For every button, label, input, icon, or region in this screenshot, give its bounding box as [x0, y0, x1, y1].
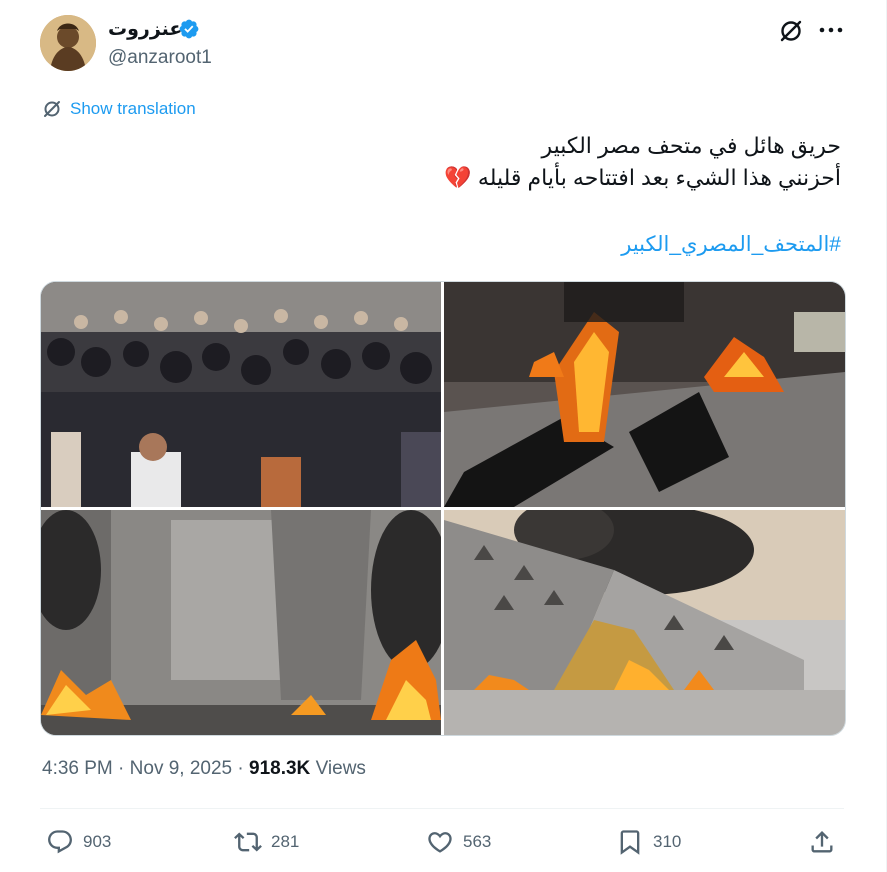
divider [40, 808, 844, 809]
display-name[interactable]: عنزروت [108, 18, 182, 41]
bookmark-icon [620, 830, 640, 855]
views-label: Views [315, 758, 366, 779]
share-icon [811, 831, 833, 853]
bookmark-count: 310 [653, 832, 682, 851]
media-photo-crowd[interactable] [41, 282, 441, 507]
tweet-card: عنزروت @anzaroot1 Show translation حريق … [0, 0, 887, 872]
repost-icon [234, 832, 262, 852]
repost-count: 281 [271, 832, 300, 851]
reply-icon [48, 830, 72, 854]
tweet-date[interactable]: Nov 9, 2025 [130, 758, 232, 779]
show-translation-label: Show translation [70, 99, 196, 118]
reply-count: 903 [83, 832, 112, 851]
handle[interactable]: @anzaroot1 [108, 47, 212, 69]
media-grid [40, 281, 846, 736]
like-count: 563 [463, 832, 492, 851]
tweet-text-line: أحزنني هذا الشيء بعد افتتاحه بأيام قليله… [444, 165, 841, 190]
translate-icon [44, 101, 60, 117]
media-photo-fire[interactable] [444, 282, 845, 507]
tweet-text: حريق هائل في متحف مصر الكبير أحزنني هذا … [141, 130, 841, 194]
hashtag-link[interactable]: #المتحف_المصري_الكبير [621, 232, 841, 257]
bookmark-button[interactable]: 310 [616, 826, 681, 858]
more-options-icon[interactable] [818, 22, 844, 38]
heart-icon [428, 832, 452, 853]
tweet-time[interactable]: 4:36 PM [42, 758, 113, 779]
like-button[interactable]: 563 [426, 826, 491, 858]
show-translation-link[interactable]: Show translation [42, 98, 196, 120]
repost-button[interactable]: 281 [234, 826, 299, 858]
share-button[interactable] [808, 826, 836, 858]
media-photo-fire-interior[interactable] [41, 510, 441, 735]
avatar[interactable] [40, 15, 96, 71]
meta-separator: · [118, 758, 125, 779]
views-count: 918.3K [249, 758, 311, 779]
grok-icon[interactable] [778, 18, 804, 44]
reply-button[interactable]: 903 [46, 826, 111, 858]
verified-badge-icon [179, 19, 199, 39]
media-photo-fire-facade[interactable] [444, 510, 845, 735]
tweet-text-line: حريق هائل في متحف مصر الكبير [541, 133, 842, 158]
meta-separator: · [237, 758, 244, 779]
tweet-meta: 4:36 PM · Nov 9, 2025 · 918.3K Views [42, 758, 366, 780]
